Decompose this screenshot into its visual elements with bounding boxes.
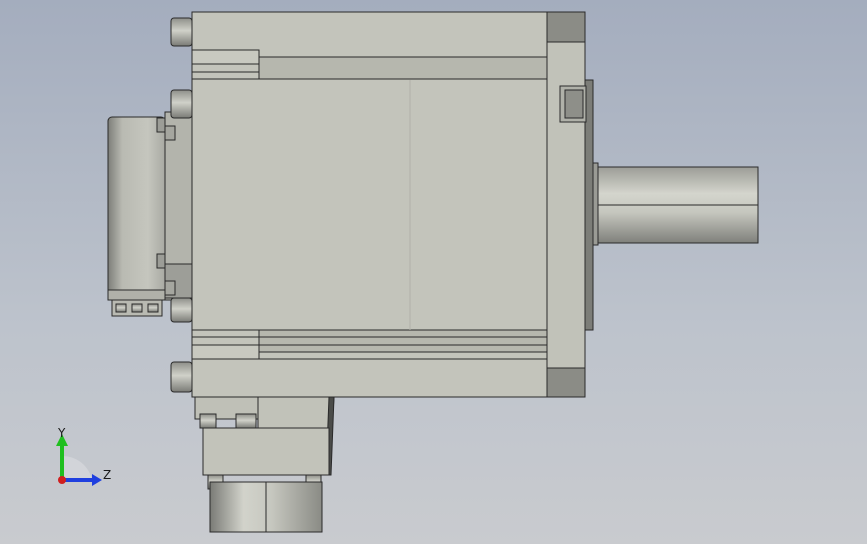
front-flange[interactable] <box>546 11 594 398</box>
motor-housing[interactable] <box>191 11 548 398</box>
cad-viewport[interactable]: Y Z <box>0 0 867 544</box>
encoder-cover[interactable] <box>107 111 193 317</box>
output-shaft[interactable] <box>592 162 759 246</box>
motor-drawing: Y Z <box>56 11 759 533</box>
triad-origin <box>58 476 66 484</box>
axis-triad: Y Z <box>56 426 111 486</box>
z-axis-label: Z <box>103 468 111 482</box>
power-connector[interactable] <box>194 396 335 533</box>
z-axis-arrowhead <box>92 474 102 486</box>
y-axis-label: Y <box>57 426 66 440</box>
